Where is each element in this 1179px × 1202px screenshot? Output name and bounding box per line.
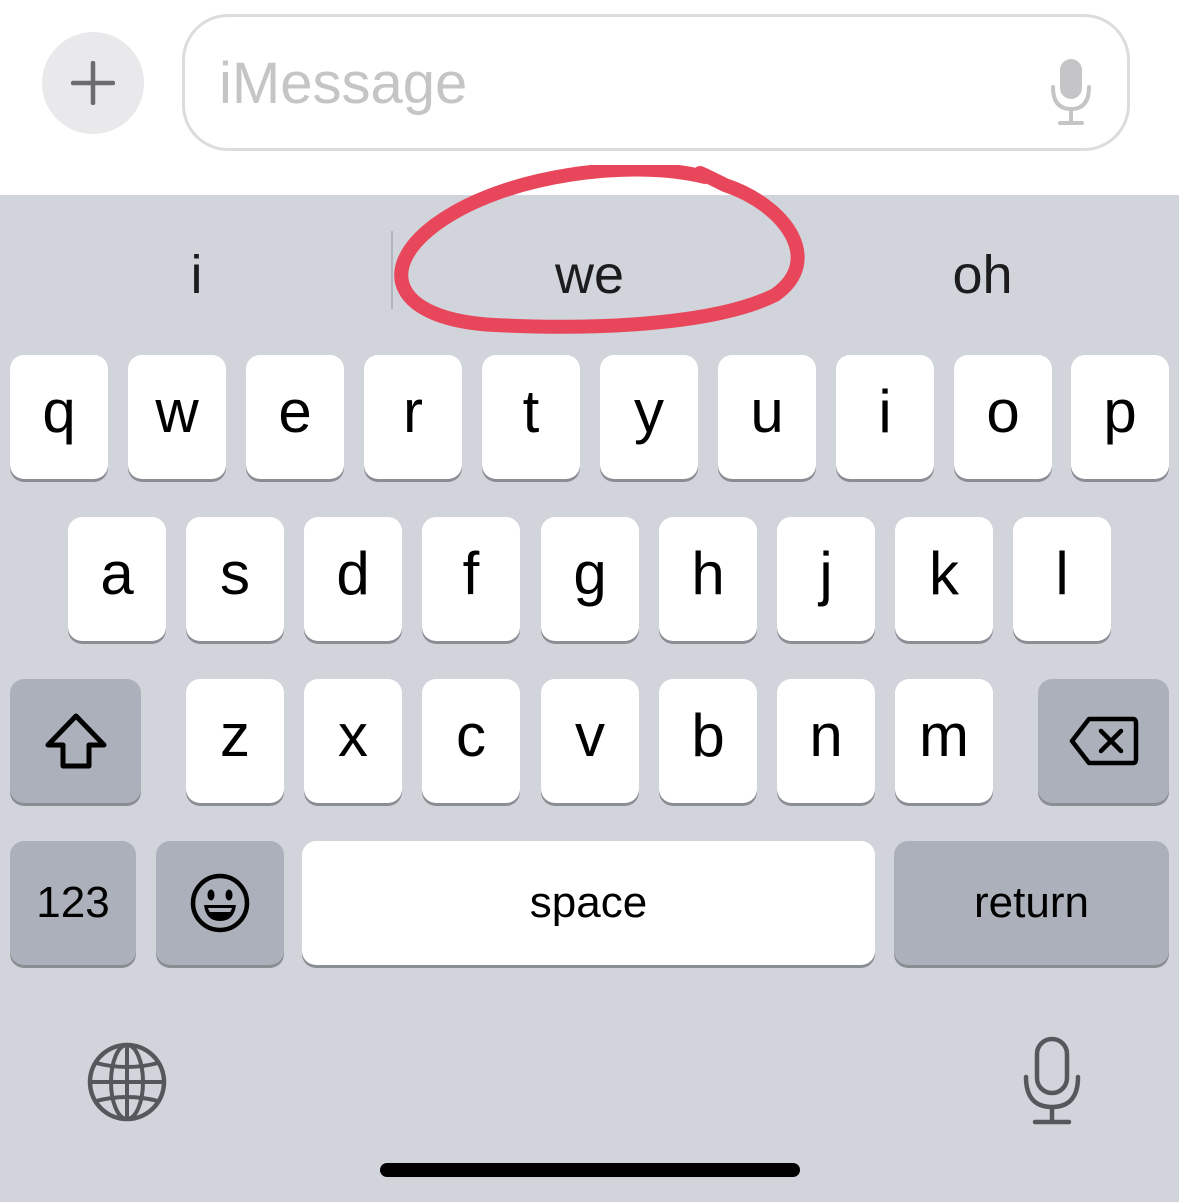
key-label: u	[750, 378, 784, 445]
key-g[interactable]: g	[541, 517, 639, 641]
key-label: p	[1103, 378, 1137, 445]
key-label: z	[220, 702, 250, 769]
key-label: y	[634, 378, 664, 445]
key-label: n	[809, 702, 843, 769]
key-q[interactable]: q	[10, 355, 108, 479]
key-s[interactable]: s	[186, 517, 284, 641]
key-label: e	[278, 378, 312, 445]
key-label: v	[575, 702, 605, 769]
key-label: l	[1055, 540, 1069, 607]
key-e[interactable]: e	[246, 355, 344, 479]
compose-bar	[0, 0, 1179, 195]
space-key[interactable]: space	[302, 841, 875, 965]
key-f[interactable]: f	[422, 517, 520, 641]
key-label: q	[42, 378, 76, 445]
key-label: s	[220, 540, 250, 607]
key-label: d	[336, 540, 370, 607]
key-z[interactable]: z	[186, 679, 284, 803]
message-input[interactable]	[219, 43, 1019, 123]
key-v[interactable]: v	[541, 679, 639, 803]
plus-icon	[71, 61, 115, 105]
key-x[interactable]: x	[304, 679, 402, 803]
numbers-key[interactable]: 123	[10, 841, 136, 965]
key-label: g	[573, 540, 607, 607]
globe-button[interactable]	[82, 1037, 172, 1127]
key-m[interactable]: m	[895, 679, 993, 803]
key-w[interactable]: w	[128, 355, 226, 479]
key-d[interactable]: d	[304, 517, 402, 641]
key-label: j	[819, 540, 833, 607]
key-label: o	[986, 378, 1020, 445]
shift-icon	[45, 713, 106, 769]
microphone-icon	[1023, 1036, 1081, 1125]
emoji-key[interactable]	[156, 841, 284, 965]
key-r[interactable]: r	[364, 355, 462, 479]
key-h[interactable]: h	[659, 517, 757, 641]
key-label: i	[878, 378, 892, 445]
key-b[interactable]: b	[659, 679, 757, 803]
delete-key[interactable]	[1038, 679, 1169, 803]
shift-key[interactable]	[10, 679, 141, 803]
suggestion-3[interactable]: oh	[786, 235, 1179, 315]
emoji-icon	[190, 873, 250, 933]
key-n[interactable]: n	[777, 679, 875, 803]
key-label: a	[100, 540, 134, 607]
add-attachment-button[interactable]	[42, 32, 144, 134]
key-l[interactable]: l	[1013, 517, 1111, 641]
key-label: return	[974, 878, 1089, 927]
key-o[interactable]: o	[954, 355, 1052, 479]
suggestion-label: oh	[952, 245, 1013, 305]
key-label: f	[462, 540, 480, 607]
delete-icon	[1069, 716, 1138, 766]
key-label: h	[691, 540, 725, 607]
key-label: 123	[36, 878, 110, 927]
key-label: b	[691, 702, 725, 769]
dictation-button[interactable]	[1010, 1031, 1094, 1131]
suggestion-label: we	[554, 245, 625, 305]
home-indicator[interactable]	[380, 1163, 800, 1177]
message-field[interactable]	[182, 14, 1130, 151]
key-label: m	[919, 702, 969, 769]
key-label: w	[155, 378, 199, 445]
key-p[interactable]: p	[1071, 355, 1169, 479]
suggestion-label: i	[190, 245, 203, 305]
key-k[interactable]: k	[895, 517, 993, 641]
key-c[interactable]: c	[422, 679, 520, 803]
key-i[interactable]: i	[836, 355, 934, 479]
key-label: c	[456, 702, 486, 769]
microphone-icon[interactable]	[1049, 57, 1093, 127]
key-label: k	[929, 540, 959, 607]
key-y[interactable]: y	[600, 355, 698, 479]
key-label: space	[529, 878, 648, 927]
key-label: x	[338, 702, 368, 769]
key-label: t	[522, 378, 540, 445]
suggestion-2[interactable]: we	[393, 235, 786, 315]
key-a[interactable]: a	[68, 517, 166, 641]
keyboard: i we oh q w e r t y u i o p a s d f g h …	[0, 165, 1179, 1202]
key-u[interactable]: u	[718, 355, 816, 479]
key-j[interactable]: j	[777, 517, 875, 641]
return-key[interactable]: return	[894, 841, 1169, 965]
key-label: r	[403, 378, 423, 445]
globe-icon	[87, 1042, 167, 1122]
suggestion-1[interactable]: i	[0, 235, 393, 315]
key-t[interactable]: t	[482, 355, 580, 479]
